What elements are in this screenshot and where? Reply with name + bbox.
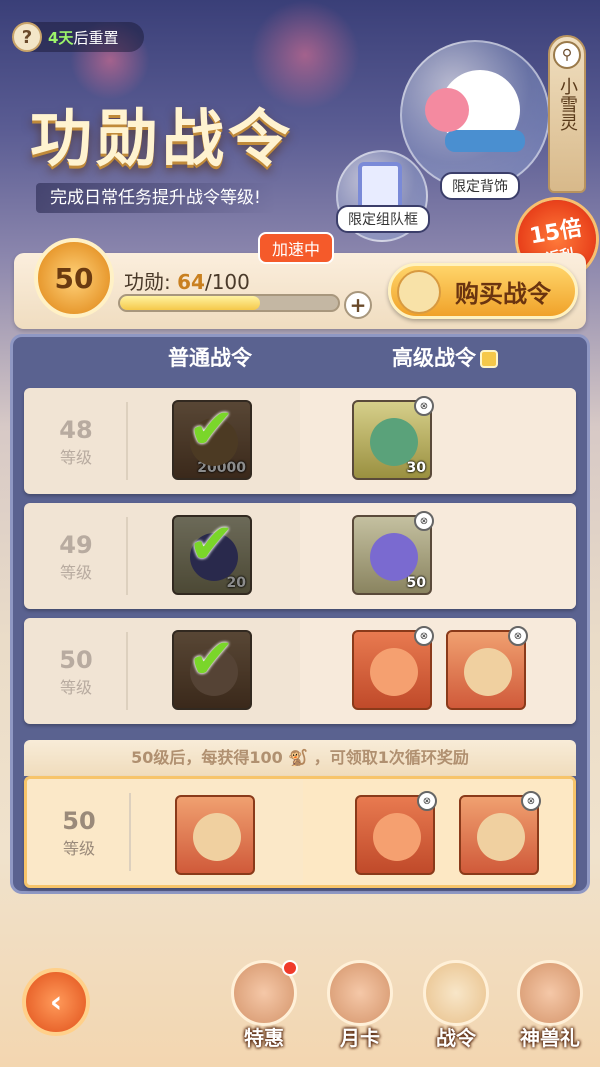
- scroll-icon: [464, 648, 512, 696]
- divider: [126, 632, 128, 710]
- row-level: 48: [59, 416, 93, 444]
- cycle-reward-row: 50 等级 ⊗ ⊗: [24, 776, 576, 888]
- page-title: 功勋战令: [30, 102, 295, 175]
- gift-chest-icon: [517, 960, 583, 1026]
- buy-pass-label: 购买战令: [455, 279, 551, 308]
- reset-text: 4天后重置: [48, 28, 119, 47]
- row-level-label: 等级: [59, 563, 92, 582]
- merit-total: /100: [204, 270, 250, 294]
- advanced-pass-label: 高级战令: [392, 346, 476, 370]
- cycle-normal-reward-scroll[interactable]: [175, 795, 255, 875]
- side-tab-snow-spirit[interactable]: ⚲ 小雪灵: [548, 35, 586, 193]
- nav-special-offer[interactable]: 特惠: [226, 960, 302, 1051]
- scroll-icon: [477, 813, 525, 861]
- advanced-column-bg: [300, 388, 576, 494]
- tag-team-frame: 限定组队框: [336, 205, 430, 233]
- divider: [129, 793, 131, 871]
- monthly-card-icon: [327, 960, 393, 1026]
- row-level: 50: [59, 646, 93, 674]
- nav-monthly-card[interactable]: 月卡: [322, 960, 398, 1051]
- pass-icon: [397, 270, 441, 314]
- merit-progress-bar: [118, 294, 340, 312]
- nav-label: 神兽礼: [520, 1026, 580, 1050]
- row-level-label: 等级: [59, 448, 92, 467]
- nav-divine-beast-gift[interactable]: 神兽礼: [512, 960, 588, 1051]
- cycle-reward-note: 50级后，每获得100 🐒 ，可领取1次循环奖励: [24, 740, 576, 776]
- lock-icon: ⊗: [521, 791, 541, 811]
- claimed-check-icon: ✔: [188, 397, 235, 462]
- claimed-check-icon: ✔: [188, 627, 235, 692]
- paw-icon: [373, 813, 421, 861]
- row-level: 50: [62, 807, 96, 835]
- row-level: 49: [59, 531, 93, 559]
- nav-battle-pass[interactable]: 战令: [418, 960, 494, 1051]
- reset-timer[interactable]: ? 4天后重置: [12, 22, 144, 52]
- nav-label: 月卡: [340, 1026, 380, 1050]
- back-button[interactable]: ‹: [22, 968, 90, 1036]
- reward-count: 20: [226, 575, 246, 591]
- lock-icon: ⊗: [414, 626, 434, 646]
- page-subtitle: 完成日常任务提升战令等级!: [36, 183, 275, 213]
- battle-pass-icon: [423, 960, 489, 1026]
- cycle-advanced-reward-scroll[interactable]: ⊗: [459, 791, 541, 875]
- reward-row-49: 49 等级 20 ✔ 50 ⊗: [24, 503, 576, 609]
- advanced-reward-flame[interactable]: 50 ⊗: [352, 511, 434, 595]
- help-icon[interactable]: ?: [12, 22, 42, 52]
- reward-row-48: 48 等级 20000 ✔ 30 ⊗: [24, 388, 576, 494]
- nav-label: 战令: [436, 1026, 476, 1050]
- advanced-column-bg: [300, 503, 576, 609]
- lock-icon: ⊗: [417, 791, 437, 811]
- reward-row-50: 50 等级 ✔ ⊗ ⊗: [24, 618, 576, 724]
- row-level-label: 等级: [62, 839, 95, 858]
- normal-pass-header: 普通战令: [168, 346, 252, 370]
- merit-label: 功勋: 64/100: [124, 266, 250, 295]
- advanced-reward-paw[interactable]: ⊗: [352, 626, 434, 710]
- buy-pass-button[interactable]: 购买战令: [388, 263, 578, 319]
- divider: [126, 517, 128, 595]
- nav-label: 特惠: [244, 1026, 284, 1050]
- scarf-decoration: [445, 130, 525, 152]
- current-level-medal: 50: [34, 238, 114, 318]
- icecream-icon: [425, 88, 469, 132]
- advanced-reward-scroll[interactable]: ⊗: [446, 626, 528, 710]
- lock-icon: ⊗: [414, 396, 434, 416]
- advanced-column-bg: [300, 618, 576, 724]
- speed-up-tag: 加速中: [258, 232, 335, 264]
- purple-flame-icon: [370, 533, 418, 581]
- paw-icon: [370, 648, 418, 696]
- merit-current: 64: [177, 270, 205, 294]
- tag-back-accessory: 限定背饰: [440, 172, 520, 200]
- notification-dot: [282, 960, 298, 976]
- advanced-pass-header: 高级战令: [392, 342, 498, 372]
- lock-icon: ⊗: [508, 626, 528, 646]
- add-merit-button[interactable]: +: [344, 291, 372, 319]
- magnifier-icon[interactable]: ⚲: [553, 41, 581, 69]
- merit-progress-fill: [120, 296, 260, 310]
- cycle-advanced-reward-paw[interactable]: ⊗: [355, 791, 437, 875]
- divider: [126, 402, 128, 480]
- advanced-reward-jade[interactable]: 30 ⊗: [352, 396, 434, 480]
- scroll-icon: [193, 813, 241, 861]
- lock-icon: ⊗: [414, 511, 434, 531]
- claimed-check-icon: ✔: [188, 512, 235, 577]
- reward-count: 30: [406, 460, 426, 476]
- row-level-label: 等级: [59, 678, 92, 697]
- side-tab-label: 小雪灵: [557, 77, 578, 131]
- reward-count: 50: [406, 575, 426, 591]
- jade-cloud-icon: [370, 418, 418, 466]
- merit-caption: 功勋:: [124, 270, 171, 294]
- lock-icon: [480, 350, 498, 368]
